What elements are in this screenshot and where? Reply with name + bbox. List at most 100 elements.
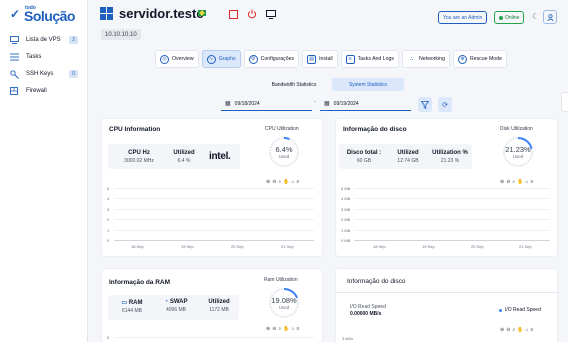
sidebar-item-firewall[interactable]: Firewall <box>4 84 84 98</box>
rescue-icon: ⊕ <box>457 54 467 64</box>
zoom-out-icon[interactable]: ⊖ <box>506 327 510 333</box>
y-tick: 1 <box>107 228 110 233</box>
stat-value: 6144 MB <box>121 308 142 314</box>
end-date-input[interactable]: ▦ 09/19/2024 <box>320 97 411 111</box>
zoom-out-icon[interactable]: ⊖ <box>272 179 276 185</box>
stat-value: 3000.02 MHz <box>124 158 154 164</box>
chart-toolbar: ⊕ ⊖ ⌕ ✋ ⌂ ≡ <box>266 179 299 185</box>
tab-networking[interactable]: ⛬ Networking <box>402 50 450 68</box>
tab-label: Networking <box>419 56 445 62</box>
zoom-in-icon[interactable]: ⊕ <box>500 179 504 185</box>
tab-rescue-mode[interactable]: ⊕ Rescue Mode <box>452 50 507 68</box>
stat-label: Disco total : <box>346 150 382 156</box>
y-tick: 2 <box>107 217 110 222</box>
tab-install[interactable]: ▤ Install <box>302 50 338 68</box>
tab-configuracoes[interactable]: ⚙ Configurações <box>243 50 300 68</box>
menu-icon[interactable]: ≡ <box>530 179 533 185</box>
y-tick: 3 MB <box>341 207 351 212</box>
intel-logo: intel. <box>209 151 231 162</box>
moon-icon[interactable]: ☾ <box>532 12 539 21</box>
sidebar-item-label: Lista de VPS <box>26 37 61 43</box>
magnify-icon[interactable]: ⌕ <box>278 179 281 185</box>
pan-icon[interactable]: ✋ <box>283 179 289 185</box>
stat-value: 12.74 GB <box>397 158 419 164</box>
logo[interactable]: ✓ todo Solução <box>10 5 80 25</box>
chart-legend[interactable]: I/O Read Speed <box>499 307 541 313</box>
subtab-system-statistics[interactable]: System Statistics <box>332 78 404 91</box>
stat-value: 6.4 % <box>177 158 191 164</box>
gauge-value: 21.23% <box>505 145 531 154</box>
monitor-icon <box>8 34 20 46</box>
tab-bar: ◎ Overview ∿ Graphs ⚙ Configurações ▤ Instal… <box>155 50 507 68</box>
y-tick: 0 <box>107 238 110 243</box>
ram-header: ▭ RAM <box>112 299 152 306</box>
menu-icon[interactable]: ≡ <box>530 327 533 333</box>
status-badge: Online <box>494 11 525 24</box>
magnify-icon[interactable]: ⌕ <box>278 326 281 332</box>
date-separator: - <box>314 99 316 105</box>
refresh-button[interactable]: ⟳ <box>438 97 452 112</box>
gridline <box>114 198 314 199</box>
key-icon <box>8 68 20 80</box>
install-icon: ▤ <box>307 54 317 64</box>
home-icon[interactable]: ⌂ <box>291 179 294 185</box>
start-date-value: 09/18/2024 <box>234 100 260 107</box>
cpu-info-card: CPU Information CPU Hz 3000.02 MHz Utili… <box>101 118 323 257</box>
io-read-value: 0.00000 MB/s <box>350 311 382 317</box>
tab-label: Tasks And Logs <box>357 56 394 62</box>
network-icon: ⛬ <box>409 56 414 62</box>
y-tick: 5 <box>107 186 110 191</box>
sidebar-item-ssh-keys[interactable]: SSH Keys 0 <box>4 67 84 81</box>
console-button[interactable] <box>264 7 278 21</box>
x-axis-line <box>354 240 550 241</box>
tab-overview[interactable]: ◎ Overview <box>155 50 199 68</box>
sidebar-item-vps-list[interactable]: Lista de VPS 2 <box>4 33 84 47</box>
side-drawer-handle[interactable] <box>561 92 568 112</box>
filter-button[interactable] <box>418 97 432 112</box>
divider <box>336 292 559 293</box>
start-date-input[interactable]: ▦ 09/18/2024 <box>221 97 312 111</box>
gauge-sub-label: Used <box>278 305 290 310</box>
list-icon <box>8 51 20 63</box>
subtab-bandwidth-statistics[interactable]: Bandwidth Statistics <box>258 78 330 91</box>
pan-icon[interactable]: ✋ <box>517 179 523 185</box>
zoom-out-icon[interactable]: ⊖ <box>506 179 510 185</box>
gridline <box>354 230 550 231</box>
sidebar-item-label: SSH Keys <box>26 71 54 77</box>
zoom-in-icon[interactable]: ⊕ <box>266 326 270 332</box>
disk-total-stat: Disco total : 60 GB <box>341 150 387 164</box>
tab-label: Overview <box>172 56 194 62</box>
home-icon[interactable]: ⌂ <box>291 326 294 332</box>
sidebar-item-label: Firewall <box>26 88 47 94</box>
zoom-out-icon[interactable]: ⊖ <box>272 326 276 332</box>
home-icon[interactable]: ⌂ <box>525 327 528 333</box>
gridline <box>114 337 314 338</box>
user-icon[interactable] <box>543 10 557 24</box>
gauge-value: 19.08% <box>271 296 297 305</box>
menu-icon[interactable]: ≡ <box>296 179 299 185</box>
gridline <box>354 198 550 199</box>
pan-icon[interactable]: ✋ <box>283 326 289 332</box>
tab-graphs[interactable]: ∿ Graphs <box>201 50 241 68</box>
magnify-icon[interactable]: ⌕ <box>512 327 515 333</box>
tab-label: Configurações <box>260 56 295 62</box>
count-badge: 2 <box>69 36 78 44</box>
tab-tasks-and-logs[interactable]: ≡ Tasks And Logs <box>340 50 399 68</box>
stop-button[interactable] <box>226 7 240 21</box>
swap-stat: ◔ SWAP 4096 MB <box>156 299 196 313</box>
menu-icon[interactable]: ≡ <box>296 326 299 332</box>
zoom-in-icon[interactable]: ⊕ <box>500 327 504 333</box>
ram-info-card: Informação da RAM ▭ RAM 6144 MB ◔ SWAP 4… <box>101 268 323 342</box>
home-icon[interactable]: ⌂ <box>525 179 528 185</box>
cpu-gauge: 6.4% Used <box>267 135 301 169</box>
list-icon: ≡ <box>345 54 355 64</box>
magnify-icon[interactable]: ⌕ <box>512 179 515 185</box>
online-dot-icon <box>499 15 503 20</box>
x-tick: 21 Sep <box>281 244 294 249</box>
card-title: Informação do disco <box>343 126 407 133</box>
pan-icon[interactable]: ✋ <box>517 327 523 333</box>
zoom-in-icon[interactable]: ⊕ <box>266 179 270 185</box>
sidebar-item-tasks[interactable]: Tasks <box>4 50 84 64</box>
power-button[interactable] <box>245 7 259 21</box>
stat-label: Utilized <box>397 150 419 156</box>
